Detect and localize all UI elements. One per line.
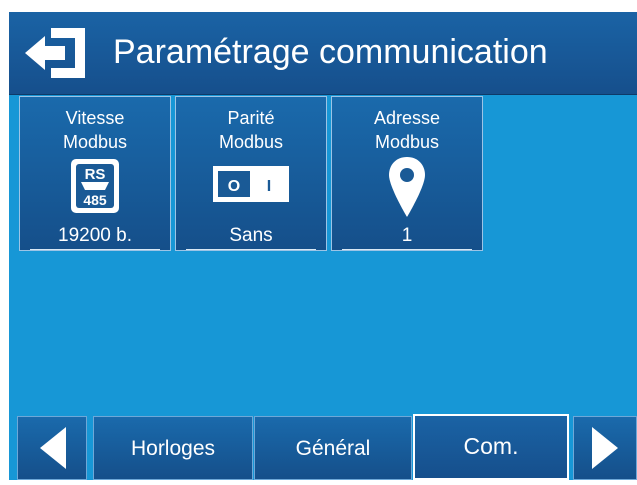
location-pin-icon: [389, 157, 425, 217]
switch-on-text: I: [267, 178, 271, 195]
tile-label-line2: Modbus: [218, 132, 284, 152]
triangle-left-icon: [40, 427, 66, 469]
tile-value: Sans: [186, 222, 316, 250]
back-button[interactable]: [21, 22, 93, 84]
tab-general[interactable]: Général: [254, 416, 412, 480]
switch-off-text: O: [228, 178, 240, 195]
header-bar: Paramétrage communication: [9, 12, 637, 95]
next-page-button[interactable]: [573, 416, 637, 480]
tab-label: Com.: [463, 433, 519, 459]
prev-page-button[interactable]: [17, 416, 87, 480]
tile-label-line2: Modbus: [374, 132, 440, 152]
switch-icon: O I: [213, 166, 289, 202]
tile-value: 1: [342, 222, 472, 250]
tile-modbus-speed[interactable]: Vitesse Modbus RS 485 19200 b.: [19, 96, 171, 251]
tile-label-line1: Vitesse: [65, 108, 125, 128]
tile-modbus-address[interactable]: Adresse Modbus 1: [331, 96, 483, 251]
exit-arrow-icon: [25, 28, 85, 78]
tile-value: 19200 b.: [30, 222, 160, 250]
tab-label: Horloges: [130, 437, 216, 460]
tab-horloges[interactable]: Horloges: [93, 416, 253, 480]
tile-modbus-parity[interactable]: Parité Modbus O I Sans: [175, 96, 327, 251]
rs485-icon-top-text: RS: [85, 166, 106, 183]
tile-label-line2: Modbus: [62, 132, 128, 152]
triangle-right-icon: [592, 427, 618, 469]
screen: Paramétrage communication Vitesse Modbus…: [9, 12, 637, 480]
rs485-icon-bottom-text: 485: [83, 192, 107, 208]
tab-label: Général: [295, 437, 371, 460]
tile-label-line1: Adresse: [373, 108, 441, 128]
tile-label-line1: Parité: [227, 108, 275, 128]
page-title: Paramétrage communication: [113, 33, 548, 71]
rs485-icon: RS 485: [71, 159, 119, 213]
tab-com[interactable]: Com.: [413, 414, 569, 480]
